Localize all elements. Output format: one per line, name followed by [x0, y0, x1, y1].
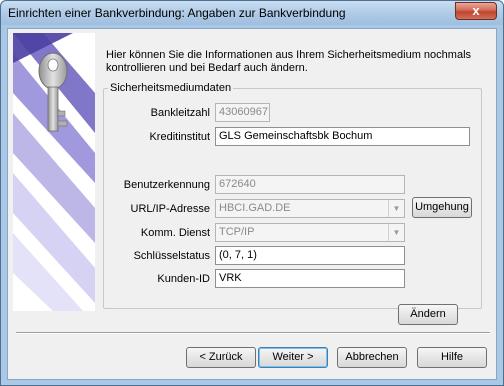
next-button[interactable]: Weiter >: [258, 347, 328, 368]
help-button[interactable]: Hilfe: [417, 347, 487, 368]
bankleitzahl-field: 43060967: [215, 103, 270, 122]
key-icon: [13, 33, 95, 311]
url-ip-label: URL/IP-Adresse: [130, 203, 210, 215]
url-ip-value: HBCI.GAD.DE: [219, 202, 291, 214]
chevron-down-icon[interactable]: ▼: [388, 200, 404, 217]
close-icon: x: [472, 3, 480, 18]
decorative-side-panel: [13, 33, 95, 311]
schluesselstatus-field[interactable]: (0, 7, 1): [215, 246, 405, 265]
url-ip-combo[interactable]: HBCI.GAD.DE ▼: [215, 199, 405, 218]
aendern-button[interactable]: Ändern: [398, 304, 458, 325]
kunden-id-field[interactable]: VRK: [215, 269, 405, 288]
benutzerkennung-label: Benutzerkennung: [123, 179, 210, 191]
umgehung-button[interactable]: Umgehung: [412, 197, 472, 218]
dialog-client-area: Hier können Sie die Informationen aus Ih…: [7, 28, 497, 380]
back-button[interactable]: < Zurück: [186, 347, 256, 368]
komm-dienst-label: Komm. Dienst: [140, 227, 210, 239]
bankleitzahl-label: Bankleitzahl: [150, 107, 210, 119]
chevron-down-icon[interactable]: ▼: [388, 224, 404, 241]
benutzerkennung-field: 672640: [215, 175, 405, 194]
cancel-button[interactable]: Abbrechen: [337, 347, 407, 368]
groupbox-title: Sicherheitsmediumdaten: [108, 82, 234, 94]
komm-dienst-value: TCP/IP: [219, 226, 255, 238]
title-bar[interactable]: Einrichten einer Bankverbindung: Angaben…: [1, 1, 503, 25]
komm-dienst-combo[interactable]: TCP/IP ▼: [215, 223, 405, 242]
window-title: Einrichten einer Bankverbindung: Angaben…: [8, 6, 346, 20]
dialog-window: Einrichten einer Bankverbindung: Angaben…: [0, 0, 504, 386]
kunden-id-label: Kunden-ID: [157, 273, 210, 285]
separator: [16, 332, 490, 334]
kreditinstitut-label: Kreditinstitut: [149, 131, 210, 143]
close-button[interactable]: x: [455, 2, 497, 20]
kreditinstitut-field[interactable]: GLS Gemeinschaftsbk Bochum: [215, 127, 470, 146]
schluesselstatus-label: Schlüsselstatus: [133, 250, 210, 262]
intro-text: Hier können Sie die Informationen aus Ih…: [106, 49, 472, 74]
